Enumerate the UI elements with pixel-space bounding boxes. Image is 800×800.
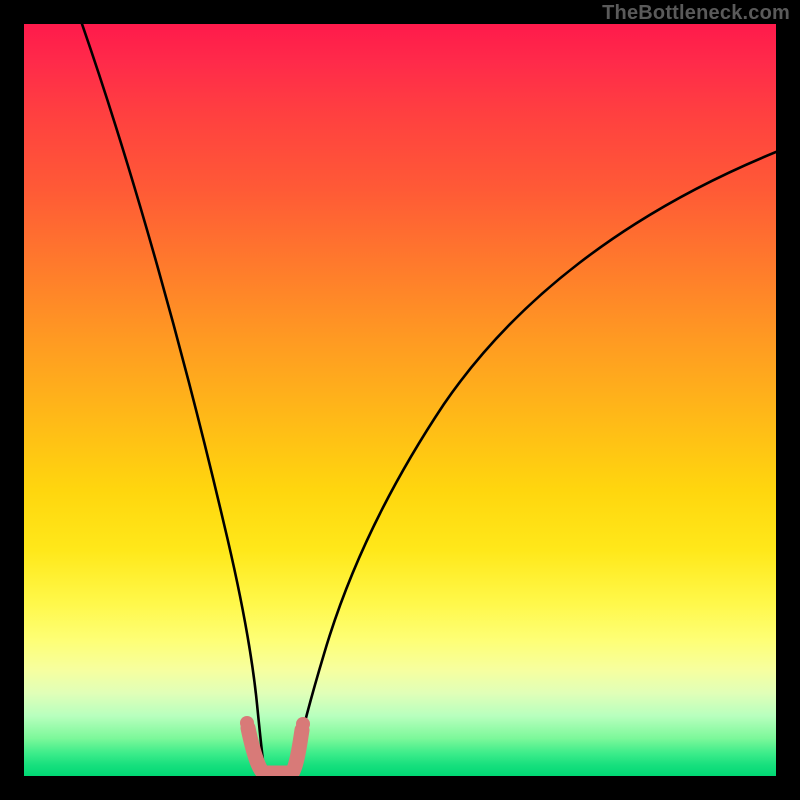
chart-frame: TheBottleneck.com (0, 0, 800, 800)
watermark-text: TheBottleneck.com (602, 2, 790, 25)
plot-area (24, 24, 776, 776)
notch-left-dot (240, 716, 254, 730)
curve-layer (24, 24, 776, 776)
left-curve (82, 24, 264, 769)
right-curve (294, 152, 776, 769)
notch-right (292, 730, 302, 773)
notch-right-dot (296, 717, 310, 731)
